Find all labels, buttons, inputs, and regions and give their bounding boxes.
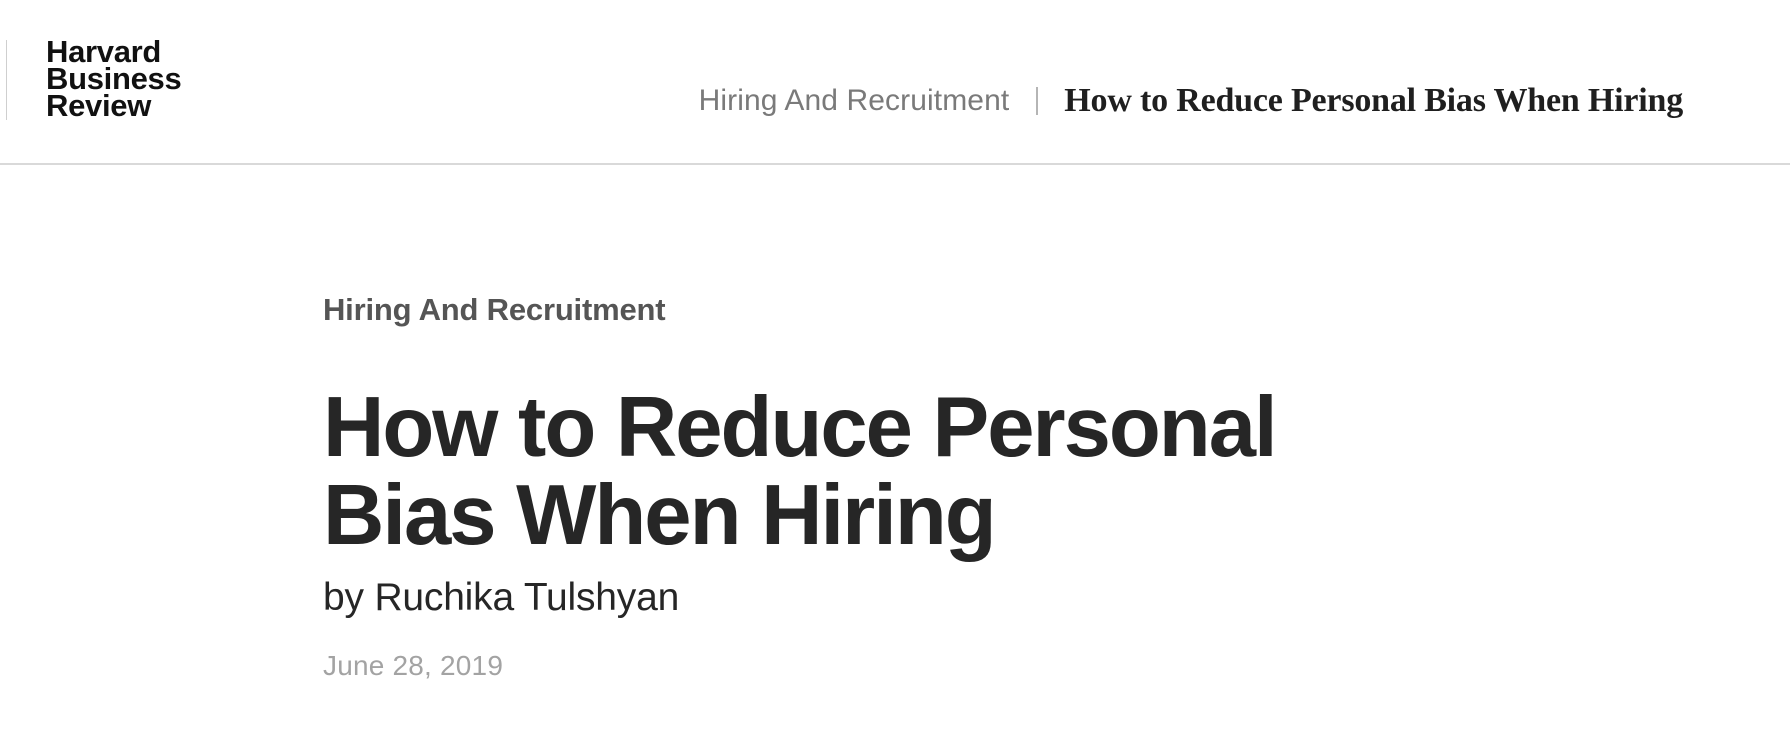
article-header: Hiring And Recruitment How to Reduce Per… [323,290,1423,682]
article-topic-link[interactable]: Hiring And Recruitment [323,290,1423,330]
logo-line-3: Review [46,88,152,123]
author-link[interactable]: Ruchika Tulshyan [374,576,679,619]
breadcrumb: Hiring And Recruitment How to Reduce Per… [699,82,1684,120]
byline-prefix: by [323,576,375,619]
site-header: Harvard Business Review Hiring And Recru… [0,0,1790,165]
breadcrumb-topic-link[interactable]: Hiring And Recruitment [699,84,1010,118]
breadcrumb-separator [1036,87,1039,115]
breadcrumb-article-title: How to Reduce Personal Bias When Hiring [1064,82,1683,119]
byline: by Ruchika Tulshyan [323,576,1423,620]
logo-divider [6,40,7,120]
hbr-logo[interactable]: Harvard Business Review [46,36,182,123]
article-title: How to Reduce Personal Bias When Hiring [323,380,1278,563]
publication-date: June 28, 2019 [323,650,504,681]
